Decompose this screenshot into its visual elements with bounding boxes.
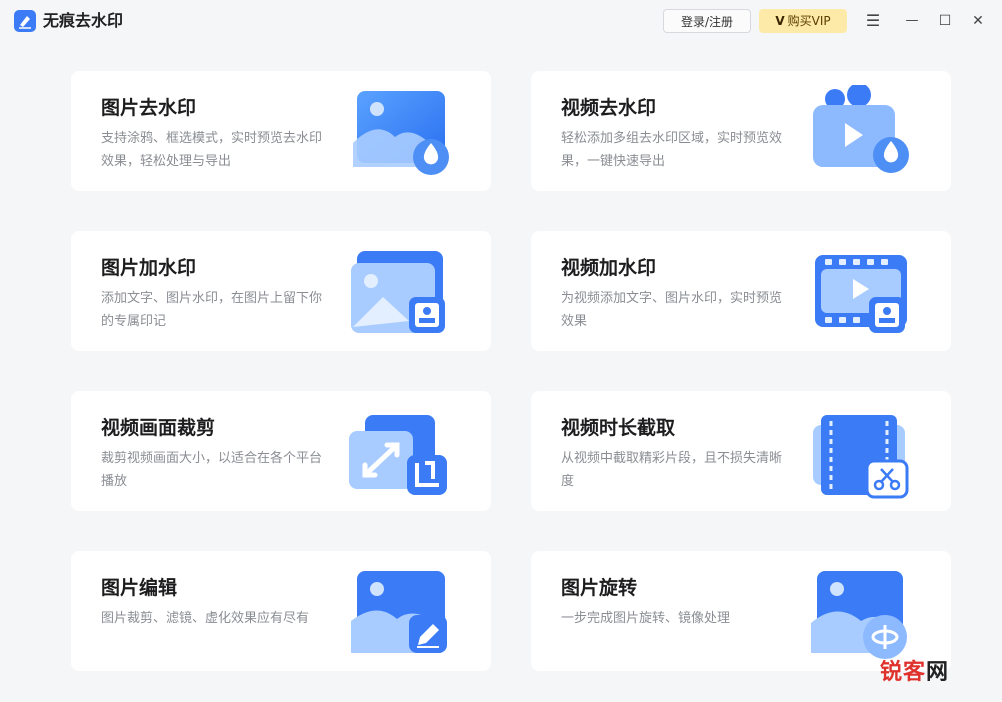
card-description: 一步完成图片旋转、镜像处理 (561, 611, 731, 626)
image-droplet-icon (347, 85, 457, 179)
card-title: 视频画面裁剪 (101, 417, 216, 439)
video-stamp-icon (807, 245, 917, 339)
menu-icon[interactable]: ☰ (863, 11, 883, 31)
card-video-crop[interactable]: 视频画面裁剪 裁剪视频画面大小，以适合在各个平台播放 (71, 391, 491, 511)
card-title: 图片编辑 (101, 577, 178, 599)
card-title: 图片旋转 (561, 577, 638, 599)
card-video-trim[interactable]: 视频时长截取 从视频中截取精彩片段，且不损失清晰度 (531, 391, 951, 511)
card-title: 视频去水印 (561, 97, 657, 119)
image-stamp-icon (347, 245, 457, 339)
video-droplet-icon (807, 83, 917, 179)
card-description: 添加文字、图片水印，在图片上留下你的专属印记 (101, 291, 323, 329)
card-description: 图片裁剪、滤镜、虚化效果应有尽有 (101, 611, 310, 626)
minimize-icon[interactable]: — (902, 11, 922, 31)
card-title: 视频时长截取 (561, 417, 676, 439)
card-description: 从视频中截取精彩片段，且不损失清晰度 (561, 451, 783, 489)
maximize-icon[interactable]: ☐ (935, 11, 955, 31)
app-title: 无痕去水印 (43, 11, 124, 30)
card-image-edit[interactable]: 图片编辑 图片裁剪、滤镜、虚化效果应有尽有 (71, 551, 491, 671)
image-edit-icon (347, 565, 457, 659)
card-description: 轻松添加多组去水印区域，实时预览效果，一键快速导出 (561, 131, 783, 169)
film-scissors-icon (807, 405, 917, 499)
card-description: 支持涂鸦、框选模式，实时预览去水印效果，轻松处理与导出 (101, 131, 323, 169)
card-description: 裁剪视频画面大小，以适合在各个平台播放 (101, 451, 323, 489)
card-title: 图片去水印 (101, 97, 197, 119)
image-rotate-icon (807, 565, 917, 659)
buy-vip-button[interactable]: V 购买VIP (759, 9, 847, 33)
vip-label: 购买VIP (787, 14, 831, 28)
crop-resize-icon (347, 405, 457, 499)
card-image-remove-watermark[interactable]: 图片去水印 支持涂鸦、框选模式，实时预览去水印效果，轻松处理与导出 (71, 71, 491, 191)
card-title: 图片加水印 (101, 257, 197, 279)
title-bar: 无痕去水印 登录/注册 V 购买VIP ☰ — ☐ ✕ (0, 0, 1002, 42)
site-watermark: 锐客网 (880, 660, 950, 685)
app-logo-icon (14, 10, 36, 32)
login-button[interactable]: 登录/注册 (663, 9, 751, 33)
close-icon[interactable]: ✕ (968, 11, 988, 31)
card-title: 视频加水印 (561, 257, 657, 279)
vip-icon: V (775, 14, 785, 28)
card-video-add-watermark[interactable]: 视频加水印 为视频添加文字、图片水印，实时预览效果 (531, 231, 951, 351)
card-image-rotate[interactable]: 图片旋转 一步完成图片旋转、镜像处理 (531, 551, 951, 671)
card-image-add-watermark[interactable]: 图片加水印 添加文字、图片水印，在图片上留下你的专属印记 (71, 231, 491, 351)
card-description: 为视频添加文字、图片水印，实时预览效果 (561, 291, 783, 329)
card-video-remove-watermark[interactable]: 视频去水印 轻松添加多组去水印区域，实时预览效果，一键快速导出 (531, 71, 951, 191)
